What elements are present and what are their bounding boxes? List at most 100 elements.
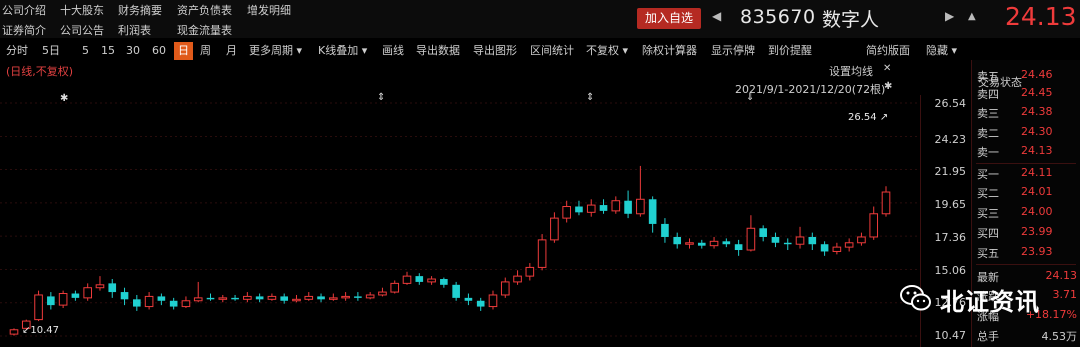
candle-body[interactable] [661, 223, 669, 237]
candle-body[interactable] [9, 329, 19, 335]
pin-icon[interactable]: ✱ [884, 81, 892, 92]
candle-body[interactable] [144, 295, 154, 308]
link-announcements[interactable]: 公司公告 [60, 22, 104, 38]
candle-body[interactable] [513, 275, 522, 283]
candle-body[interactable] [783, 242, 792, 245]
candle-body[interactable] [759, 228, 767, 237]
candle-body[interactable] [808, 236, 817, 245]
candle-body[interactable] [218, 297, 228, 300]
candle-body[interactable] [231, 297, 239, 300]
link-top-holders[interactable]: 十大股东 [60, 2, 104, 18]
candle-body[interactable] [341, 295, 350, 299]
candle-body[interactable] [83, 287, 92, 299]
candle-body[interactable] [329, 297, 338, 300]
hide-panel-button[interactable]: 隐藏 ▾ [926, 42, 957, 60]
candle-body[interactable] [476, 300, 485, 307]
candle-body[interactable] [255, 296, 264, 300]
period-5day[interactable]: 5日 [42, 42, 60, 60]
next-stock-icon[interactable]: ▶ [945, 9, 954, 23]
candle-body[interactable] [71, 293, 80, 298]
candle-body[interactable] [47, 296, 55, 306]
link-security-intro[interactable]: 证券简介 [2, 22, 46, 38]
candle-body[interactable] [452, 284, 460, 298]
candle-body[interactable] [550, 217, 559, 241]
candle-body[interactable] [427, 278, 436, 283]
simple-layout-button[interactable]: 简约版面 [866, 42, 910, 60]
candle-body[interactable] [562, 206, 571, 219]
candle-body[interactable] [537, 239, 547, 268]
candle-body[interactable] [844, 242, 854, 248]
candle-body[interactable] [440, 279, 448, 285]
candle-body[interactable] [402, 275, 412, 284]
prev-stock-icon[interactable]: ◀ [712, 9, 721, 23]
alert-bell-icon[interactable]: ▲ [968, 11, 976, 22]
candle-body[interactable] [169, 300, 178, 307]
candle-body[interactable] [58, 293, 68, 306]
candle-body[interactable] [500, 281, 510, 296]
candle-body[interactable] [869, 213, 879, 238]
candle-body[interactable] [575, 206, 583, 213]
export-data-button[interactable]: 导出数据 [416, 42, 460, 60]
candle-body[interactable] [95, 284, 105, 289]
period-15min[interactable]: 15 [101, 42, 115, 60]
candle-body[interactable] [365, 294, 375, 299]
candle-body[interactable] [304, 295, 314, 300]
candle-body[interactable] [832, 246, 842, 252]
link-finance-summary[interactable]: 财务摘要 [118, 2, 162, 18]
range-stats-button[interactable]: 区间统计 [530, 42, 574, 60]
candle-body[interactable] [697, 242, 706, 246]
candle-body[interactable] [317, 296, 325, 300]
candle-body[interactable] [415, 276, 424, 282]
candle-body[interactable] [857, 236, 866, 244]
candle-body[interactable] [636, 198, 645, 215]
candle-body[interactable] [709, 240, 719, 247]
candle-body[interactable] [193, 297, 203, 302]
candle-body[interactable] [586, 204, 596, 213]
period-intraday[interactable]: 分时 [6, 42, 28, 60]
candle-body[interactable] [243, 295, 252, 300]
export-chart-button[interactable]: 导出图形 [473, 42, 517, 60]
candle-body[interactable] [108, 283, 117, 293]
period-month[interactable]: 月 [226, 42, 237, 60]
candle-body[interactable] [206, 297, 215, 300]
candle-body[interactable] [734, 244, 743, 251]
candle-body[interactable] [624, 200, 632, 214]
candle-body[interactable] [354, 296, 362, 298]
candle-body[interactable] [133, 299, 141, 307]
period-5min[interactable]: 5 [82, 42, 89, 60]
link-cashflow[interactable]: 现金流量表 [177, 22, 232, 38]
candle-body[interactable] [648, 199, 657, 224]
candle-body[interactable] [378, 291, 387, 296]
link-issuance-detail[interactable]: 增发明细 [247, 2, 291, 18]
candle-body[interactable] [746, 227, 756, 251]
candle-body[interactable] [611, 200, 621, 212]
candle-body[interactable] [280, 296, 289, 301]
candle-body[interactable] [181, 300, 191, 308]
period-week[interactable]: 周 [200, 42, 211, 60]
draw-line-button[interactable]: 画线 [382, 42, 404, 60]
candle-body[interactable] [390, 282, 400, 293]
candle-body[interactable] [599, 205, 608, 211]
link-balance-sheet[interactable]: 资产负债表 [177, 2, 232, 18]
rights-calculator-button[interactable]: 除权计算器 [642, 42, 697, 60]
more-periods-menu[interactable]: 更多周期 ▾ [249, 42, 302, 60]
candle-body[interactable] [722, 241, 731, 245]
link-income-statement[interactable]: 利润表 [118, 22, 151, 38]
close-icon[interactable]: ✕ [883, 63, 891, 74]
link-company-intro[interactable]: 公司介绍 [2, 2, 46, 18]
candle-body[interactable] [464, 297, 473, 301]
candle-body[interactable] [795, 236, 805, 245]
candle-body[interactable] [292, 298, 301, 302]
price-alert-button[interactable]: 到价提醒 [768, 42, 812, 60]
candle-body[interactable] [525, 266, 535, 277]
candle-body[interactable] [820, 244, 829, 252]
candle-body[interactable] [34, 294, 43, 321]
overlay-menu[interactable]: K线叠加 ▾ [318, 42, 367, 60]
period-30min[interactable]: 30 [126, 42, 140, 60]
candle-body[interactable] [157, 296, 166, 301]
candle-body[interactable] [771, 236, 780, 243]
period-60min[interactable]: 60 [152, 42, 166, 60]
period-day[interactable]: 日 [174, 42, 193, 60]
candle-body[interactable] [120, 292, 129, 300]
candle-body[interactable] [267, 295, 277, 300]
